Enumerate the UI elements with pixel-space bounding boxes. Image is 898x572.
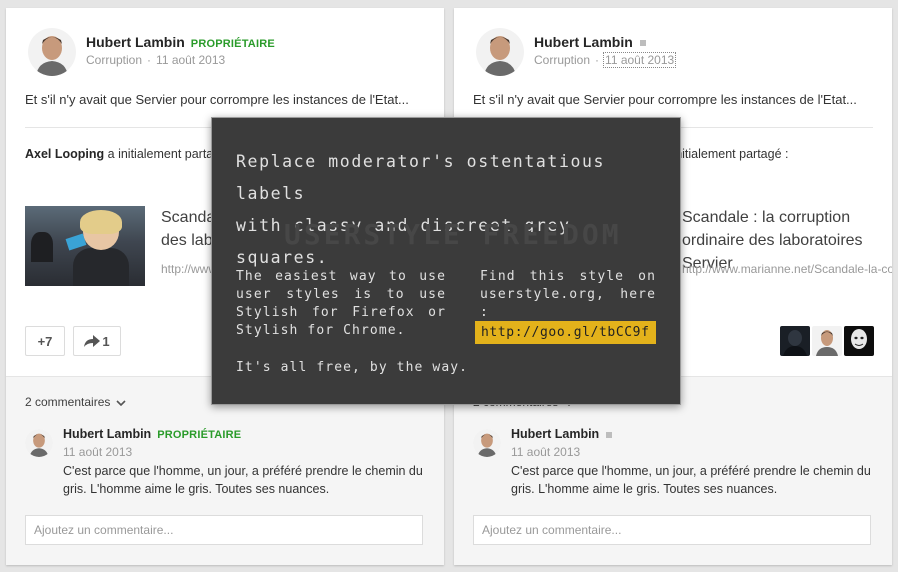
sharer-avatar[interactable] <box>780 326 810 356</box>
sharer-avatar[interactable] <box>812 326 842 356</box>
popup-heading: Replace moderator's ostentatious labels … <box>236 152 606 267</box>
author-name[interactable]: Hubert Lambin PROPRIÉTAIRE <box>86 34 275 50</box>
popup-find-style: Find this style on userstyle.org, here : <box>480 269 656 320</box>
meta-separator: · <box>595 53 600 67</box>
comments-count-toggle[interactable]: 2 commentaires <box>25 395 126 409</box>
commenter-avatar[interactable] <box>25 429 53 457</box>
comment-date[interactable]: 11 août 2013 <box>511 445 580 459</box>
post-header: Hubert Lambin Corruption · 11 août 2013 <box>454 8 892 88</box>
original-sharer-name[interactable]: Axel Looping <box>25 147 104 161</box>
post-text: Et s'il n'y avait que Servier pour corro… <box>473 92 857 107</box>
popup-instructions: The easiest way to use user styles is to… <box>236 269 446 338</box>
commenter-name[interactable]: Hubert Lambin PROPRIÉTAIRE <box>63 427 241 441</box>
post-date[interactable]: 11 août 2013 <box>603 52 677 68</box>
comments-count-text: 2 commentaires <box>25 395 111 409</box>
comment-date[interactable]: 11 août 2013 <box>63 445 132 459</box>
post-meta: Corruption · 11 août 2013 <box>86 53 225 67</box>
thumb-card <box>65 233 87 251</box>
popup-footer: It's all free, by the way. <box>236 360 469 375</box>
author-name-text[interactable]: Hubert Lambin <box>86 34 185 50</box>
post-header: Hubert Lambin PROPRIÉTAIRE Corruption · 11 … <box>6 8 444 88</box>
post-category[interactable]: Corruption <box>86 53 142 67</box>
post-category[interactable]: Corruption <box>534 53 590 67</box>
comment-text: C'est parce que l'homme, un jour, a préf… <box>63 464 423 496</box>
share-button[interactable]: 1 <box>73 326 121 356</box>
thumb-hair <box>80 210 122 234</box>
author-avatar[interactable] <box>476 28 524 76</box>
commenter-name-text[interactable]: Hubert Lambin <box>63 427 151 441</box>
comment-input[interactable] <box>25 515 423 545</box>
owner-badge: PROPRIÉTAIRE <box>190 38 275 50</box>
post-date[interactable]: 11 août 2013 <box>156 53 225 67</box>
popup-watermark: USERSTYLE FREEDOM <box>284 218 622 251</box>
author-avatar[interactable] <box>28 28 76 76</box>
author-name[interactable]: Hubert Lambin <box>534 34 646 50</box>
comment-text: C'est parce que l'homme, un jour, a préf… <box>511 464 871 496</box>
moderator-grey-square <box>639 40 646 47</box>
shared-by: Axel Looping a initialement partagé : <box>25 147 234 161</box>
moderator-grey-square <box>606 431 613 438</box>
post-meta: Corruption · 11 août 2013 <box>534 52 677 68</box>
thumb-body <box>73 248 129 286</box>
sharer-avatar[interactable] <box>844 326 874 356</box>
userstyle-info-popup: Replace moderator's ostentatious labels … <box>211 117 681 405</box>
share-arrow-icon <box>84 335 101 347</box>
thumb-background-figure <box>31 232 53 262</box>
meta-separator: · <box>147 53 152 67</box>
commenter-name[interactable]: Hubert Lambin <box>511 427 613 441</box>
author-name-text[interactable]: Hubert Lambin <box>534 34 633 50</box>
chevron-down-icon <box>116 400 126 406</box>
link-thumbnail[interactable] <box>25 206 145 286</box>
commenter-avatar[interactable] <box>473 429 501 457</box>
owner-badge: PROPRIÉTAIRE <box>157 429 242 441</box>
commenter-name-text[interactable]: Hubert Lambin <box>511 427 599 441</box>
comment-input[interactable] <box>473 515 871 545</box>
share-count: 1 <box>102 333 110 349</box>
plus-one-button[interactable]: +7 <box>25 326 65 356</box>
link-url[interactable]: http://www.marianne.net/Scandale-la-corr… <box>682 262 892 276</box>
userstyle-link[interactable]: http://goo.gl/tbCC9f <box>475 321 656 344</box>
post-text: Et s'il n'y avait que Servier pour corro… <box>25 92 409 107</box>
